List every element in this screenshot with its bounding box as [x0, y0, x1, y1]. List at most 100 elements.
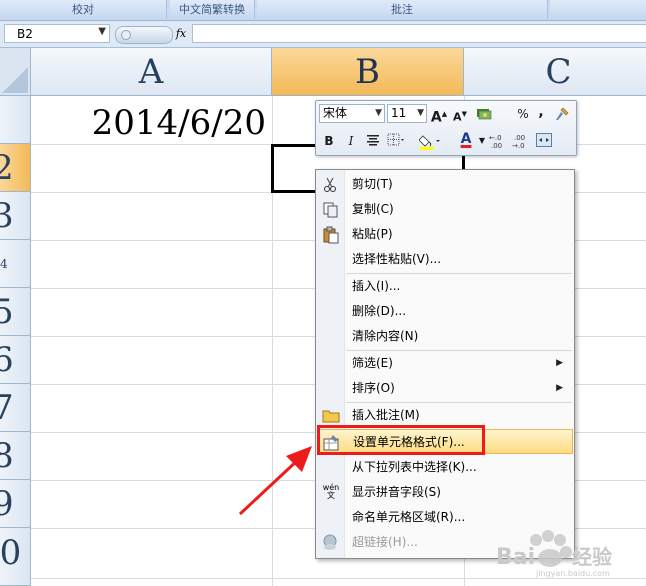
fill-bucket-icon [419, 135, 440, 150]
svg-text:.00: .00 [514, 134, 525, 142]
menu-item-label: 粘贴(P) [352, 227, 393, 241]
grow-font-icon: A [430, 109, 442, 126]
menu-item-paste-special[interactable]: 选择性粘贴(V)... [317, 247, 573, 272]
fill-color-button[interactable] [419, 131, 440, 151]
column-header-a[interactable]: A [31, 48, 272, 96]
svg-text:→.0: →.0 [512, 142, 525, 149]
column-header-c[interactable]: C [464, 48, 646, 96]
ribbon-group-next[interactable] [550, 0, 646, 19]
formula-bar: B2 ▼ fx [0, 21, 646, 48]
copy-icon [323, 202, 338, 218]
menu-item-label: 复制(C) [352, 202, 394, 216]
row-header-9[interactable]: 9 [0, 480, 31, 528]
chevron-down-icon[interactable]: ▼ [375, 105, 382, 122]
row-header-10[interactable]: 10 [0, 528, 31, 586]
chevron-down-icon[interactable]: ▼ [417, 105, 424, 122]
grow-font-button[interactable]: A▲ [429, 104, 449, 126]
menu-item-sort[interactable]: 排序(O) ▶ [317, 376, 573, 401]
svg-text:←.0: ←.0 [489, 134, 502, 142]
comment-icon [322, 410, 340, 423]
italic-button[interactable]: I [341, 131, 361, 151]
font-name-value: 宋体 [323, 106, 348, 120]
insert-function-icon[interactable]: fx [172, 25, 190, 42]
menu-item-filter[interactable]: 筛选(E) ▶ [317, 351, 573, 376]
ribbon-group-bar: 校对 中文简繁转换 批注 [0, 0, 646, 21]
menu-item-copy[interactable]: 复制(C) [317, 197, 573, 222]
paste-icon [323, 226, 339, 244]
font-name-select[interactable]: 宋体 ▼ [319, 104, 385, 123]
menu-item-label: 超链接(H)... [352, 535, 418, 549]
menu-item-label: 插入(I)... [352, 279, 401, 293]
ribbon-group-comments[interactable]: 批注 [257, 0, 548, 19]
shrink-font-button[interactable]: A▼ [450, 104, 470, 124]
menu-item-show-pinyin[interactable]: wén 文 显示拼音字段(S) [317, 480, 573, 505]
menu-item-label: 剪切(T) [352, 177, 393, 191]
context-menu: 剪切(T) 复制(C) 粘贴(P) 选择性粘贴(V)... 插入(I)... 删… [315, 169, 575, 559]
font-color-icon: A [460, 131, 472, 147]
format-painter-icon [556, 107, 569, 120]
menu-item-cut[interactable]: 剪切(T) [317, 172, 573, 197]
menu-item-label: 清除内容(N) [352, 329, 419, 343]
pinyin-icon-text: wén 文 [322, 483, 340, 500]
menu-item-paste[interactable]: 粘贴(P) [317, 222, 573, 247]
merge-center-button[interactable] [534, 131, 554, 151]
name-box-value: B2 [17, 27, 33, 41]
row-header-7[interactable]: 7 [0, 384, 31, 432]
increase-decimal-button[interactable]: ←.0.00 [488, 131, 508, 151]
chevron-down-icon[interactable]: ▼ [98, 26, 106, 37]
menu-item-label: 筛选(E) [352, 356, 393, 370]
borders-button[interactable] [386, 131, 406, 151]
center-align-button[interactable] [363, 131, 383, 151]
format-painter-button[interactable] [552, 104, 572, 124]
mini-toolbar: 宋体 ▼ 11 ▼ A▲ A▼ % , B I A ▼ ←.0.00 .00 →.… [315, 100, 577, 156]
annotation-highlight-box [317, 425, 485, 455]
submenu-arrow-icon: ▶ [556, 383, 563, 393]
font-size-value: 11 [391, 106, 407, 120]
bold-button[interactable]: B [319, 131, 339, 151]
shrink-font-icon: A [453, 110, 462, 124]
comma-style-button[interactable]: , [531, 102, 551, 122]
menu-item-pick-from-list[interactable]: 从下拉列表中选择(K)... [317, 455, 573, 480]
decrease-decimal-button[interactable]: .00 →.0 [511, 131, 531, 151]
row-header-8[interactable]: 8 [0, 432, 31, 480]
baidu-watermark-logo: Bai 经验 jingyan.baidu.com [496, 530, 612, 578]
submenu-arrow-icon: ▶ [556, 358, 563, 368]
svg-text:经验: 经验 [572, 545, 612, 569]
formula-input[interactable] [192, 24, 646, 43]
number-format-button[interactable] [474, 104, 494, 124]
formula-bar-expander[interactable] [115, 26, 173, 44]
menu-item-insert[interactable]: 插入(I)... [317, 274, 573, 299]
row-header-2[interactable]: 2 [0, 144, 31, 192]
svg-text:Bai: Bai [496, 545, 535, 570]
menu-item-clear-contents[interactable]: 清除内容(N) [317, 324, 573, 349]
row-header-5[interactable]: 5 [0, 288, 31, 336]
menu-item-label: 删除(D)... [352, 304, 407, 318]
increase-decimal-icon: ←.0.00 [489, 134, 502, 149]
ribbon-group-proofing[interactable]: 校对 [0, 0, 167, 19]
menu-item-label: 显示拼音字段(S) [352, 485, 441, 499]
gridline [31, 578, 646, 579]
cell-a1[interactable]: 2014/6/20 [32, 97, 272, 144]
name-box[interactable]: B2 ▼ [4, 24, 110, 43]
align-center-icon [367, 135, 379, 146]
borders-icon [387, 133, 404, 146]
row-header-4[interactable]: 4 [0, 240, 31, 288]
menu-item-label: 选择性粘贴(V)... [352, 252, 442, 266]
font-size-select[interactable]: 11 ▼ [387, 104, 427, 123]
menu-item-delete[interactable]: 删除(D)... [317, 299, 573, 324]
menu-item-label: 排序(O) [352, 381, 395, 395]
row-header-6[interactable]: 6 [0, 336, 31, 384]
annotation-arrow-icon [238, 446, 312, 516]
circle-icon [121, 30, 131, 40]
ribbon-group-chinese-conversion[interactable]: 中文简繁转换 [170, 0, 255, 19]
menu-item-label: 命名单元格区域(R)... [352, 510, 466, 524]
menu-item-label: 从下拉列表中选择(K)... [352, 460, 477, 474]
percent-style-button[interactable]: % [513, 104, 533, 124]
currency-icon [477, 109, 492, 120]
row-header-1[interactable] [0, 96, 31, 144]
svg-text:jingyan.baidu.com: jingyan.baidu.com [535, 569, 610, 578]
decrease-decimal-icon: .00→.0 [512, 134, 525, 149]
row-header-3[interactable]: 3 [0, 192, 31, 240]
select-all-corner[interactable] [0, 48, 31, 96]
column-header-b[interactable]: B [272, 48, 464, 96]
